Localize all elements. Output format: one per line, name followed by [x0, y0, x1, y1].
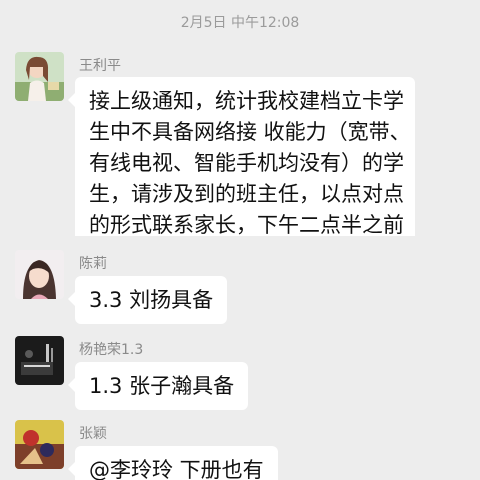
message-text: @李玲玲 下册也有 [89, 458, 264, 480]
message-bubble[interactable]: 接上级通知，统计我校建档立卡学 生中不具备网络接 收能力（宽带、 有线电视、智能… [68, 77, 415, 236]
profile-photo-icon [15, 420, 64, 469]
avatar[interactable] [15, 336, 64, 385]
avatar[interactable] [15, 420, 64, 469]
sender-name: 陈莉 [79, 256, 107, 272]
avatar[interactable] [15, 250, 64, 299]
avatar[interactable] [15, 52, 64, 101]
message-text-line: 接上级通知，统计我校建档立卡学 [89, 89, 404, 113]
message-bubble[interactable]: 1.3 张子瀚具备 [67, 362, 249, 410]
message-text-line: 有线电视、智能手机均没有）的学 [89, 151, 404, 175]
profile-photo-icon [15, 336, 64, 385]
sender-name: 王利平 [79, 58, 121, 74]
message-text-line: 生，请涉及到的班主任，以点对点 [89, 182, 404, 206]
profile-photo-icon [15, 250, 64, 299]
message-text-line: 生中不具备网络接 收能力（宽带、 [89, 120, 411, 144]
sender-name: 张颖 [79, 426, 107, 442]
message-text: 1.3 张子瀚具备 [89, 374, 235, 398]
message-bubble[interactable]: @李玲玲 下册也有 [68, 446, 278, 480]
message-text-line: 的形式联系家长，下午二点半之前 [89, 213, 404, 236]
profile-photo-icon [15, 52, 64, 101]
chat-panel-bottom: 陈莉 3.3 刘扬具备 杨艳荣1.3 1.3 张子瀚具备 张颖 @李玲玲 下册也… [8, 240, 472, 480]
message-text: 3.3 刘扬具备 [89, 288, 214, 312]
sender-name: 杨艳荣1.3 [79, 342, 144, 358]
message-bubble[interactable]: 3.3 刘扬具备 [67, 276, 228, 324]
chat-panel-top: 2月5日 中午12:08 王利平 接上级通知，统计我校建档立卡学 生中不具备网络… [8, 0, 472, 236]
message-timestamp: 2月5日 中午12:08 [180, 15, 300, 31]
